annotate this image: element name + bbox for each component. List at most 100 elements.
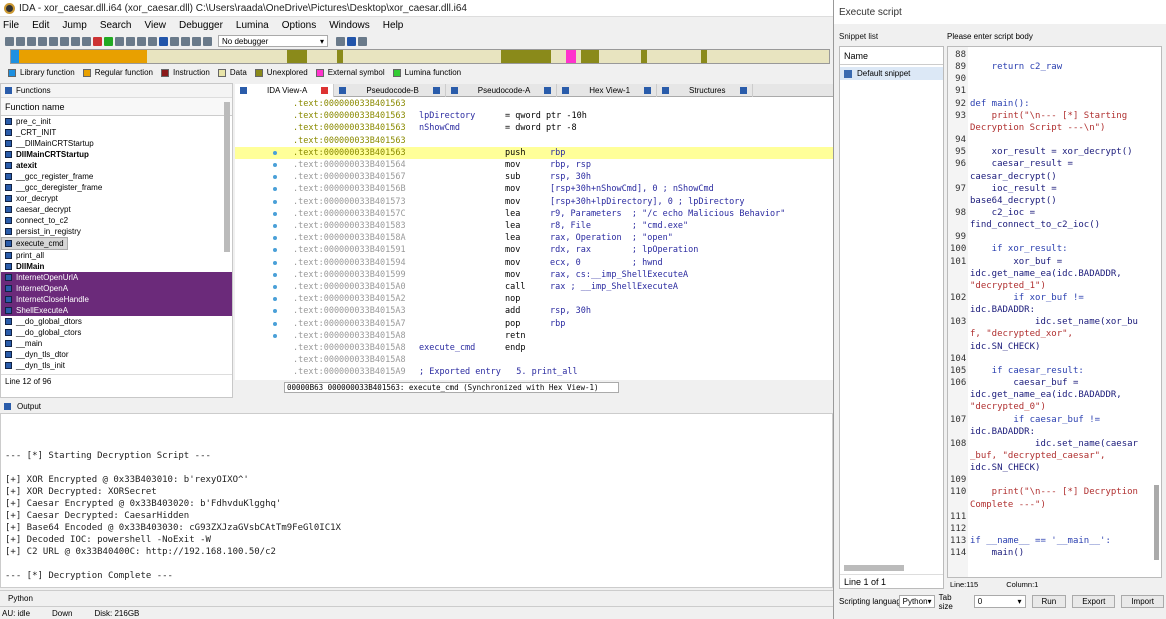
menu-item-windows[interactable]: Windows [329, 20, 370, 31]
paste-icon[interactable] [60, 36, 69, 46]
play-icon[interactable] [181, 36, 190, 46]
disasm-line[interactable]: .text:000000033B40158A lea rax, Operation … [235, 232, 833, 244]
tab-close-icon[interactable] [644, 87, 652, 94]
function-item[interactable]: InternetOpenUrlA [1, 272, 232, 283]
function-item[interactable]: caesar_decrypt [1, 204, 232, 215]
function-item[interactable]: __do_global_dtors [1, 316, 232, 327]
tab-close-icon[interactable] [321, 87, 329, 94]
menu-item-search[interactable]: Search [100, 20, 132, 31]
snippet-name-column[interactable]: Name [840, 47, 943, 65]
function-item[interactable]: __dyn_tls_init [1, 360, 232, 371]
function-item[interactable]: __dyn_tls_dtor [1, 349, 232, 360]
disasm-line[interactable]: .text:000000033B401567 sub rsp, 30h [235, 171, 833, 183]
disasm-line[interactable]: .text:000000033B40157C lea r9, Parameters … [235, 208, 833, 220]
function-item[interactable]: __do_global_ctors [1, 327, 232, 338]
disasm-line[interactable]: .text:000000033B401591 mov rdx, rax ; lpOp… [235, 244, 833, 256]
enum-icon[interactable] [126, 36, 135, 46]
tab-size-input[interactable]: 0 ▾ [973, 595, 1026, 608]
binary-icon[interactable] [71, 36, 80, 46]
disasm-line[interactable]: .text:000000033B401563 push rbp [235, 146, 833, 159]
sync-icon[interactable] [347, 36, 356, 46]
struct-icon[interactable] [115, 36, 124, 46]
disasm-line[interactable]: .text:000000033B401583 lea r8, File ; "cmd… [235, 220, 833, 232]
stop-icon[interactable] [203, 36, 212, 46]
disasm-line[interactable]: .text:000000033B401573 mov [rsp+30h+lpDire… [235, 196, 833, 208]
export-button[interactable]: Export [1072, 595, 1116, 608]
function-item[interactable]: InternetCloseHandle [1, 294, 232, 305]
disasm-line[interactable]: .text:000000033B40156B mov [rsp+30h+nShowC… [235, 183, 833, 195]
functions-scrollbar[interactable] [224, 102, 230, 252]
disasm-line[interactable]: .text:000000033B4015A7 pop rbp [235, 318, 833, 330]
back-icon[interactable] [27, 36, 36, 46]
disasm-line[interactable]: .text:000000033B401563 lpDirectory = qword… [235, 110, 833, 122]
disasm-line[interactable]: .text:000000033B401563 [235, 98, 833, 110]
function-name-column[interactable]: Function name [1, 98, 232, 116]
python-input-bar[interactable]: Python [0, 590, 833, 605]
tab-close-icon[interactable] [432, 87, 440, 94]
copy-icon[interactable] [49, 36, 58, 46]
function-item[interactable]: DllMainCRTStartup [1, 149, 232, 160]
function-item[interactable]: persist_in_registry [1, 226, 232, 237]
run-button[interactable]: Run [1031, 595, 1067, 608]
menu-item-lumina[interactable]: Lumina [236, 20, 269, 31]
xref-icon[interactable] [137, 36, 146, 46]
function-item[interactable]: ShellExecuteA [1, 305, 232, 316]
step-icon[interactable] [358, 36, 367, 46]
output-window[interactable]: --- [*] Starting Decryption Script --- [+… [0, 413, 833, 588]
function-item[interactable]: xor_decrypt [1, 193, 232, 204]
disasm-line[interactable]: .text:000000033B4015A8 retn [235, 330, 833, 342]
tab-pseudocode-b[interactable]: Pseudocode-B [334, 84, 446, 97]
tab-close-icon[interactable] [739, 87, 747, 94]
open-icon[interactable] [5, 36, 14, 46]
menu-item-help[interactable]: Help [383, 20, 404, 31]
disasm-line[interactable]: .text:000000033B401564 mov rbp, rsp [235, 159, 833, 171]
disasm-line[interactable]: .text:000000033B4015A2 nop [235, 293, 833, 305]
menu-item-edit[interactable]: Edit [32, 20, 49, 31]
tab-pseudocode-a[interactable]: Pseudocode-A [446, 84, 558, 97]
disasm-line[interactable]: .text:000000033B4015A8 [235, 354, 833, 366]
menu-item-jump[interactable]: Jump [62, 20, 86, 31]
menu-item-debugger[interactable]: Debugger [179, 20, 223, 31]
function-item[interactable]: __gcc_register_frame [1, 171, 232, 182]
function-item[interactable]: connect_to_c2 [1, 215, 232, 226]
attach-icon[interactable] [336, 36, 345, 46]
go-icon[interactable] [104, 36, 113, 46]
disasm-line[interactable]: .text:000000033B401599 mov rax, cs:__imp_S… [235, 269, 833, 281]
snippet-scrollbar[interactable] [844, 565, 904, 571]
function-item[interactable]: _CRT_INIT [1, 127, 232, 138]
function-item[interactable]: pre_c_init [1, 116, 232, 127]
graph-icon[interactable] [148, 36, 157, 46]
function-item[interactable]: __gcc_deregister_frame [1, 182, 232, 193]
tab-structures[interactable]: Structures [657, 84, 753, 97]
pause-icon[interactable] [192, 36, 201, 46]
tab-hex-view-1[interactable]: Hex View-1 [557, 84, 658, 97]
snippet-item[interactable]: Default snippet [840, 67, 943, 80]
disasm-line[interactable]: .text:000000033B401594 mov ecx, 0 ; hwnd [235, 257, 833, 269]
debugger-select[interactable]: No debugger ▾ [218, 35, 328, 47]
menu-item-file[interactable]: File [3, 20, 19, 31]
tab-close-icon[interactable] [544, 87, 552, 94]
navigation-band[interactable] [10, 49, 830, 64]
disasm-line[interactable]: .text:000000033B4015A9 ; Exported entry 5… [235, 366, 833, 378]
function-item[interactable]: DllMain [1, 261, 232, 272]
disasm-line[interactable]: .text:000000033B4015A0 call rax ; __imp_Sh… [235, 281, 833, 293]
language-select[interactable]: Python ▾ [898, 595, 935, 608]
disasm-line[interactable]: .text:000000033B401563 [235, 135, 833, 147]
disasm-line[interactable]: .text:000000033B401563 nShowCmd = dword pt… [235, 122, 833, 134]
function-item[interactable]: InternetOpenA [1, 283, 232, 294]
menu-item-view[interactable]: View [145, 20, 167, 31]
function-item[interactable]: __DllMainCRTStartup [1, 138, 232, 149]
tab-ida-view-a[interactable]: IDA View-A [235, 84, 335, 97]
disasm-line[interactable]: .text:000000033B4015A3 add rsp, 30h [235, 305, 833, 317]
script-editor[interactable]: 88 89 return c2_raw 90 91 92 def main(): 93 pr… [947, 46, 1162, 578]
disassembly-view[interactable]: .text:000000033B401563 .text:000000033B40… [235, 97, 833, 380]
script-icon[interactable] [159, 36, 168, 46]
function-item[interactable]: print_all [1, 250, 232, 261]
editor-scrollbar[interactable] [1154, 485, 1159, 560]
disasm-line[interactable]: .text:000000033B4015A8 execute_cmd endp [235, 342, 833, 354]
analysis-icon[interactable] [93, 36, 102, 46]
close-icon[interactable] [170, 36, 179, 46]
text-icon[interactable] [82, 36, 91, 46]
function-item[interactable]: atexit [1, 160, 232, 171]
menu-item-options[interactable]: Options [282, 20, 316, 31]
